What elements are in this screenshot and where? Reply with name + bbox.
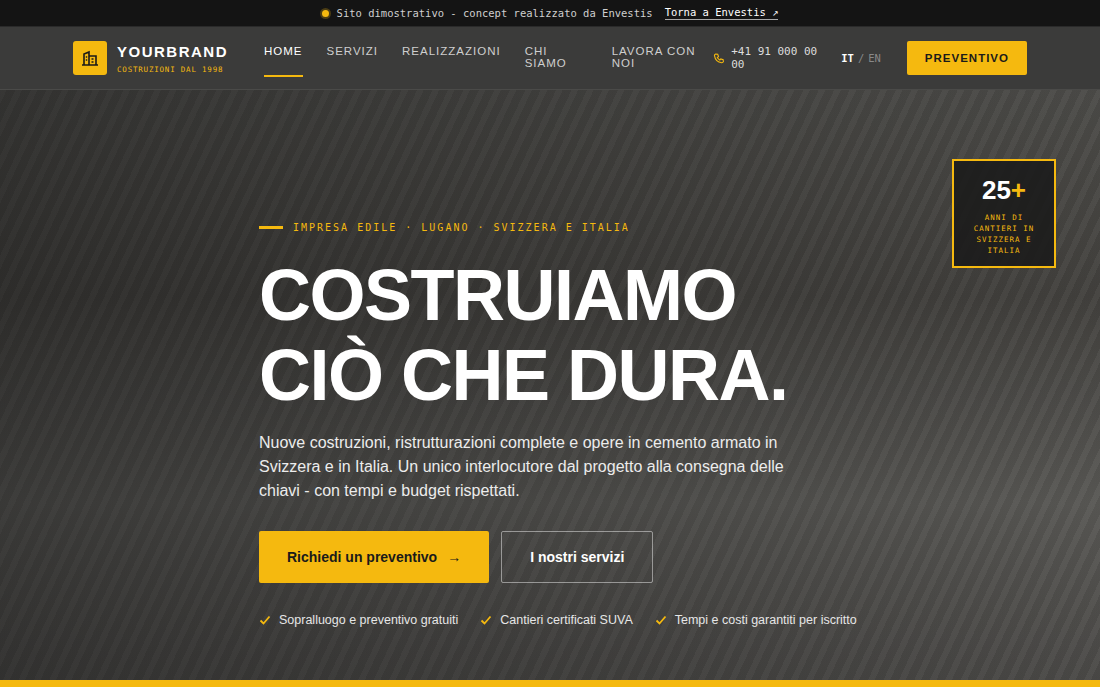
hero-text: Nuove costruzioni, ristrutturazioni comp…	[259, 431, 789, 503]
arrow-icon: →	[447, 549, 461, 565]
feature-text: Sopralluogo e preventivo gratuiti	[279, 613, 458, 627]
check-icon	[655, 614, 667, 626]
language-separator: /	[858, 52, 864, 64]
nav-item[interactable]: REALIZZAZIONI	[402, 39, 501, 77]
badge-text: ANNI DI CANTIERI IN SVIZZERA E ITALIA	[960, 212, 1048, 256]
building-svg-icon	[81, 49, 99, 67]
feature-text: Cantieri certificati SUVA	[500, 613, 632, 627]
hero: IMPRESA EDILE · LUGANO · SVIZZERA E ITAL…	[0, 90, 1100, 680]
banner-text: Sito dimostrativo - concept realizzato d…	[337, 7, 653, 19]
quote-button[interactable]: PREVENTIVO	[907, 41, 1027, 75]
badge-value: 25+	[982, 175, 1026, 206]
feature: Sopralluogo e preventivo gratuiti	[259, 613, 458, 627]
phone[interactable]: +41 91 000 00 00	[713, 45, 827, 71]
button-label: I nostri servizi	[530, 549, 624, 565]
title-line: CIÒ CHE DURA.	[259, 335, 1100, 415]
feature-text: Tempi e costi garantiti per iscritto	[675, 613, 857, 627]
language-option[interactable]: IT	[841, 52, 854, 64]
accent-strip	[0, 680, 1100, 687]
navbar: YOURBRAND COSTRUZIONI DAL 1998 HOME SERVIZI…	[0, 27, 1100, 90]
hero-title: COSTRUIAMOCIÒ CHE DURA.	[259, 255, 1100, 415]
nav-item[interactable]: CHI SIAMO	[525, 39, 588, 77]
eyebrow-line	[259, 226, 283, 229]
secondary-button[interactable]: I nostri servizi	[501, 531, 653, 583]
nav-item[interactable]: HOME	[264, 39, 303, 77]
feature: Tempi e costi garantiti per iscritto	[655, 613, 857, 627]
phone-number[interactable]: +41 91 000 00 00	[731, 45, 827, 71]
brand-tagline: COSTRUZIONI DAL 1998	[117, 65, 228, 74]
demo-banner: Sito dimostrativo - concept realizzato d…	[0, 0, 1100, 27]
nav-item[interactable]: LAVORA CON NOI	[612, 39, 714, 77]
main-nav: HOME SERVIZI REALIZZAZIONI CHI SIAMO LAVORA …	[264, 39, 713, 77]
logo[interactable]: YOURBRAND COSTRUZIONI DAL 1998	[73, 41, 228, 75]
phone-icon	[713, 52, 725, 65]
years-badge: 25+ ANNI DI CANTIERI IN SVIZZERA E ITALIA	[952, 159, 1056, 268]
feature: Cantieri certificati SUVA	[480, 613, 632, 627]
nav-item[interactable]: SERVIZI	[327, 39, 379, 77]
badge-number: 25	[982, 175, 1011, 205]
eyebrow-text: IMPRESA EDILE · LUGANO · SVIZZERA E ITAL…	[293, 222, 630, 233]
status-dot	[322, 10, 329, 17]
envestis-link[interactable]: Torna a Envestis ↗	[665, 6, 779, 20]
check-icon	[259, 614, 271, 626]
brand-name: YOURBRAND	[117, 43, 228, 60]
language-switch: IT / EN	[841, 52, 881, 64]
building-icon	[73, 41, 107, 75]
language-option[interactable]: EN	[868, 52, 881, 64]
button-label: Richiedi un preventivo	[287, 549, 437, 565]
badge-suffix: +	[1011, 175, 1026, 205]
check-icon	[480, 614, 492, 626]
primary-button[interactable]: Richiedi un preventivo →	[259, 531, 489, 583]
